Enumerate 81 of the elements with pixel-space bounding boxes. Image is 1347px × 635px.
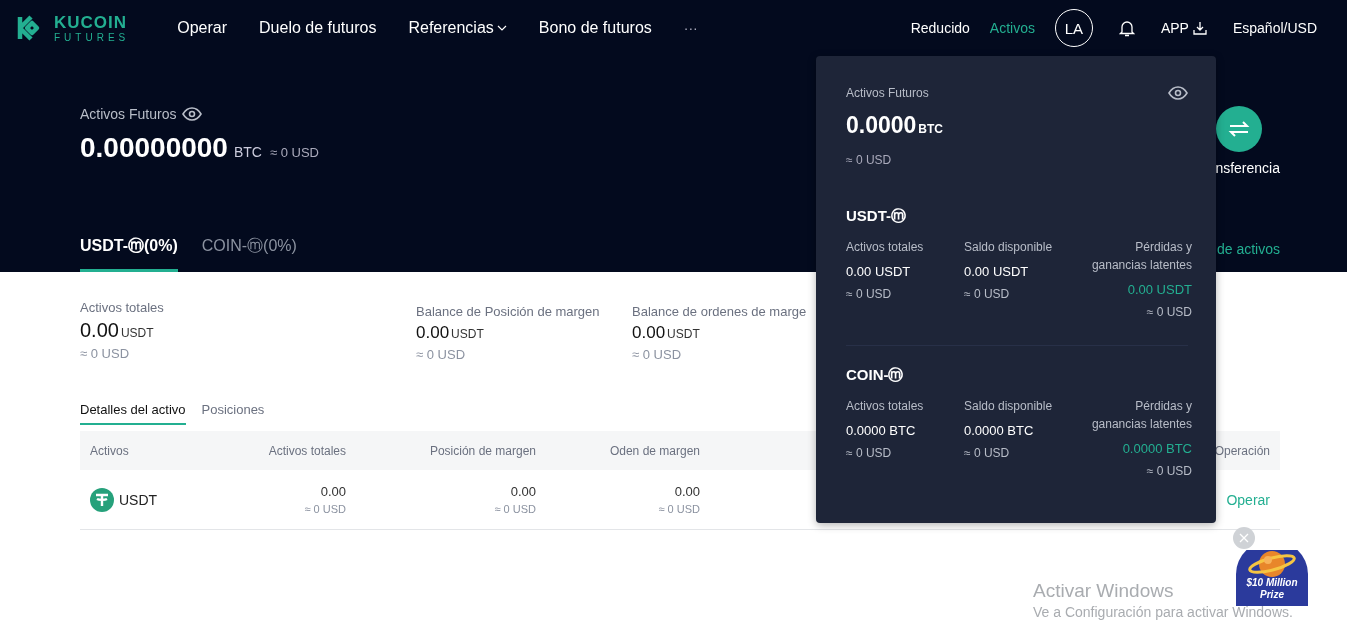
table-cell: 0.00 [320,484,346,499]
table-cell-usd: ≈ 0 USD [494,503,536,515]
prize-text: $10 Million Prize [1245,577,1299,601]
table-cell-usd: ≈ 0 USD [304,503,346,515]
bell-icon[interactable] [1118,19,1135,37]
table-cell: 0.00 [510,484,536,499]
balance-label: Pérdidas y ganancias latentes [1090,239,1192,274]
logo-subtitle: FUTURES [54,32,130,43]
balance-label: Pérdidas y ganancias latentes [1090,398,1192,433]
section-title: COIN-ⓜ [846,366,905,385]
more-menu[interactable]: ··· [683,20,698,36]
stat-label: Activos totales [80,300,164,315]
balance-usd: ≈ 0 USD [1146,305,1192,319]
balance-value: 0.00 USDT [964,264,1030,279]
table-cell: 0.00 [674,484,700,499]
balance-usd: ≈ 0 USD [964,446,1011,460]
logo-name: KUCOIN [54,13,129,31]
language-selector[interactable]: Español/USD [1232,20,1317,36]
transfer-button[interactable] [1216,106,1262,152]
download-icon [1192,21,1207,35]
table-cell-usd: ≈ 0 USD [658,503,700,515]
nav-item[interactable]: Duelo de futuros [259,19,377,37]
header-link[interactable]: Reducido [910,20,970,36]
nav-item[interactable]: Operar [177,19,228,37]
app-download-link[interactable]: APP [1160,20,1207,36]
transfer-label: nsferencia [1215,160,1280,176]
balance-label: Saldo disponible [964,239,1054,256]
section-title: USDT-ⓜ [846,207,907,226]
stat-label: Balance de Posición de margen [416,304,600,319]
stat-value: 0.00 [80,319,119,342]
column-header: Activos [90,443,129,458]
stat-unit: USDT [451,327,484,341]
column-header: Posición de margen [429,443,536,458]
balance-usd: ≈ 0 USD [964,287,1011,301]
activation-title: Activar Windows [1033,580,1174,602]
account-tab[interactable]: USDT-ⓜ(0%) [80,236,178,272]
column-header: Activos totales [268,443,346,458]
activation-message: Ve a Configuración para activar Windows. [1033,604,1293,620]
eye-icon[interactable] [182,107,203,121]
nav-item[interactable]: Referencias [408,19,507,37]
balance-label: Activos totales [846,239,925,256]
balance-value: 0.0000 BTC [846,423,917,438]
balance-usd: ≈ 0 USD [846,287,893,301]
stat-usd: ≈ 0 USD [632,347,682,362]
asset-name: USDT [119,491,158,508]
dropdown-title: Activos Futuros [846,86,929,100]
balance-value: 0.00 USDT [846,264,912,279]
history-link[interactable]: de activos [1216,241,1280,272]
balance-usd: ≈ 0 USD [846,446,893,460]
caret-icon [496,25,507,31]
nav-item[interactable]: Bono de futuros [538,19,652,37]
balance-value: 0.0000 BTC [964,423,1035,438]
detail-tab[interactable]: Detalles del activo [80,402,186,425]
stat-label: Balance de ordenes de marge [632,304,807,319]
stat-unit: USDT [120,326,154,340]
account-tab[interactable]: COIN-ⓜ(0%) [201,236,297,272]
dropdown-unit: BTC [918,122,944,136]
detail-tab[interactable]: Posiciones [201,402,265,425]
assets-title: Activos Futuros [80,106,177,122]
usd-equivalent: ≈ 0 USD [269,145,319,160]
column-header: Oden de margen [609,443,700,458]
balance-value: 0.00 USDT [1127,282,1192,297]
stat-usd: ≈ 0 USD [416,347,466,362]
swap-icon [1228,121,1250,137]
total-amount: 0.00000000 [80,132,228,164]
balance-value: 0.0000 BTC [1122,441,1192,456]
stat-value: 0.00 [416,323,450,343]
header-link[interactable]: Activos [989,20,1035,36]
tether-icon [90,487,114,512]
dropdown-usd: ≈ 0 USD [846,153,893,167]
column-header: Operación [1214,443,1270,458]
close-icon [1239,533,1249,543]
balance-usd: ≈ 0 USD [1146,464,1192,478]
eye-icon[interactable] [1168,86,1188,100]
balance-label: Activos totales [846,398,925,415]
dropdown-amount: 0.0000 [846,112,917,139]
stat-unit: USDT [667,327,700,341]
stat-value: 0.00 [632,323,666,343]
balance-label: Saldo disponible [964,398,1054,415]
stat-usd: ≈ 0 USD [80,346,130,361]
amount-unit: BTC [233,144,262,160]
